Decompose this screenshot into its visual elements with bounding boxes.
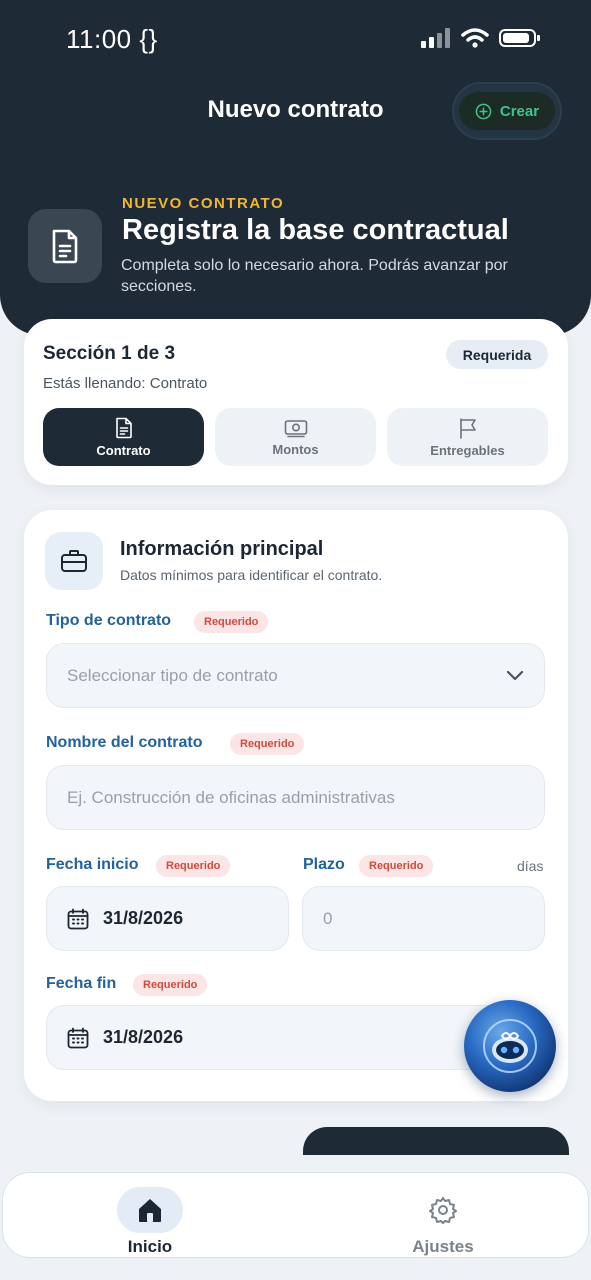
fecha-fin-label: Fecha fin <box>46 975 117 992</box>
required-badge: Requerido <box>230 733 305 755</box>
nombre-placeholder: Ej. Construcción de oficinas administrat… <box>67 787 395 807</box>
robot-icon <box>483 1019 537 1073</box>
required-badge: Requerido <box>194 611 269 633</box>
chevron-down-icon <box>506 670 524 680</box>
tab-bar: Inicio Ajustes <box>2 1172 589 1258</box>
plazo-unit: días <box>517 858 544 874</box>
create-button[interactable]: Crear <box>452 82 562 140</box>
gear-icon <box>429 1197 457 1224</box>
tab-bar-label-ajustes: Ajustes <box>412 1237 474 1256</box>
home-icon <box>139 1199 161 1222</box>
wifi-icon <box>461 28 489 48</box>
tab-contrato[interactable]: Contrato <box>43 408 204 466</box>
fecha-inicio-label: Fecha inicio <box>46 856 139 873</box>
tab-bar-item-ajustes[interactable]: Ajustes <box>410 1187 476 1257</box>
tipo-placeholder: Seleccionar tipo de contrato <box>67 665 278 685</box>
tab-contrato-label: Contrato <box>96 442 151 458</box>
section-title: Sección 1 de 3 <box>43 343 176 364</box>
tab-montos[interactable]: Montos <box>215 408 376 466</box>
plus-circle-icon <box>475 103 492 119</box>
calendar-icon <box>67 908 89 929</box>
tab-entregables-label: Entregables <box>430 442 505 458</box>
tipo-label: Tipo de contrato <box>46 612 172 629</box>
section-card: Sección 1 de 3 Estás llenando: Contrato … <box>24 319 568 485</box>
tab-bar-item-inicio[interactable]: Inicio <box>117 1187 183 1257</box>
hero-subtitle: Completa solo lo necesario ahora. Podrás… <box>121 257 508 295</box>
battery-icon <box>499 29 540 47</box>
hero-kicker: NUEVO CONTRATO <box>122 195 285 212</box>
status-icons <box>421 28 541 48</box>
header: 11:00 {} Nuevo contrato Crear NUEVO CONT… <box>0 0 591 335</box>
fecha-inicio-value: 31/8/2026 <box>103 908 184 928</box>
plazo-input[interactable]: 0 <box>302 886 545 951</box>
plazo-label: Plazo <box>303 856 345 873</box>
flag-icon <box>459 417 476 439</box>
required-badge: Requerido <box>359 855 434 877</box>
status-time: 11:00 {} <box>66 24 158 54</box>
required-section-badge: Requerida <box>446 340 548 369</box>
required-badge: Requerido <box>156 855 231 877</box>
assistant-bot-button[interactable] <box>464 1000 556 1092</box>
hero-document-icon <box>28 209 102 283</box>
nombre-input[interactable]: Ej. Construcción de oficinas administrat… <box>46 765 545 830</box>
create-button-inner[interactable]: Crear <box>459 92 555 130</box>
required-badge: Requerido <box>133 974 208 996</box>
hero-title: Registra la base contractual <box>122 214 509 246</box>
tipo-select[interactable]: Seleccionar tipo de contrato <box>46 643 545 708</box>
home-icon-bg <box>117 1187 183 1233</box>
calendar-icon <box>67 1027 89 1048</box>
fecha-fin-value: 31/8/2026 <box>103 1027 184 1047</box>
tab-montos-label: Montos <box>272 441 319 457</box>
nombre-label: Nombre del contrato <box>46 734 203 751</box>
create-button-label: Crear <box>499 102 540 120</box>
info-title: Información principal <box>120 538 324 560</box>
signal-icon <box>421 28 450 48</box>
tab-bar-label-inicio: Inicio <box>127 1237 173 1256</box>
fecha-inicio-input[interactable]: 31/8/2026 <box>46 886 289 951</box>
briefcase-icon <box>45 532 103 590</box>
gear-icon-wrap <box>410 1187 476 1233</box>
document-icon <box>115 417 132 438</box>
section-subtitle: Estás llenando: Contrato <box>43 375 208 392</box>
plazo-placeholder: 0 <box>323 908 333 928</box>
money-icon <box>284 419 307 437</box>
info-subtitle: Datos mínimos para identificar el contra… <box>120 567 383 583</box>
tab-entregables[interactable]: Entregables <box>387 408 548 466</box>
